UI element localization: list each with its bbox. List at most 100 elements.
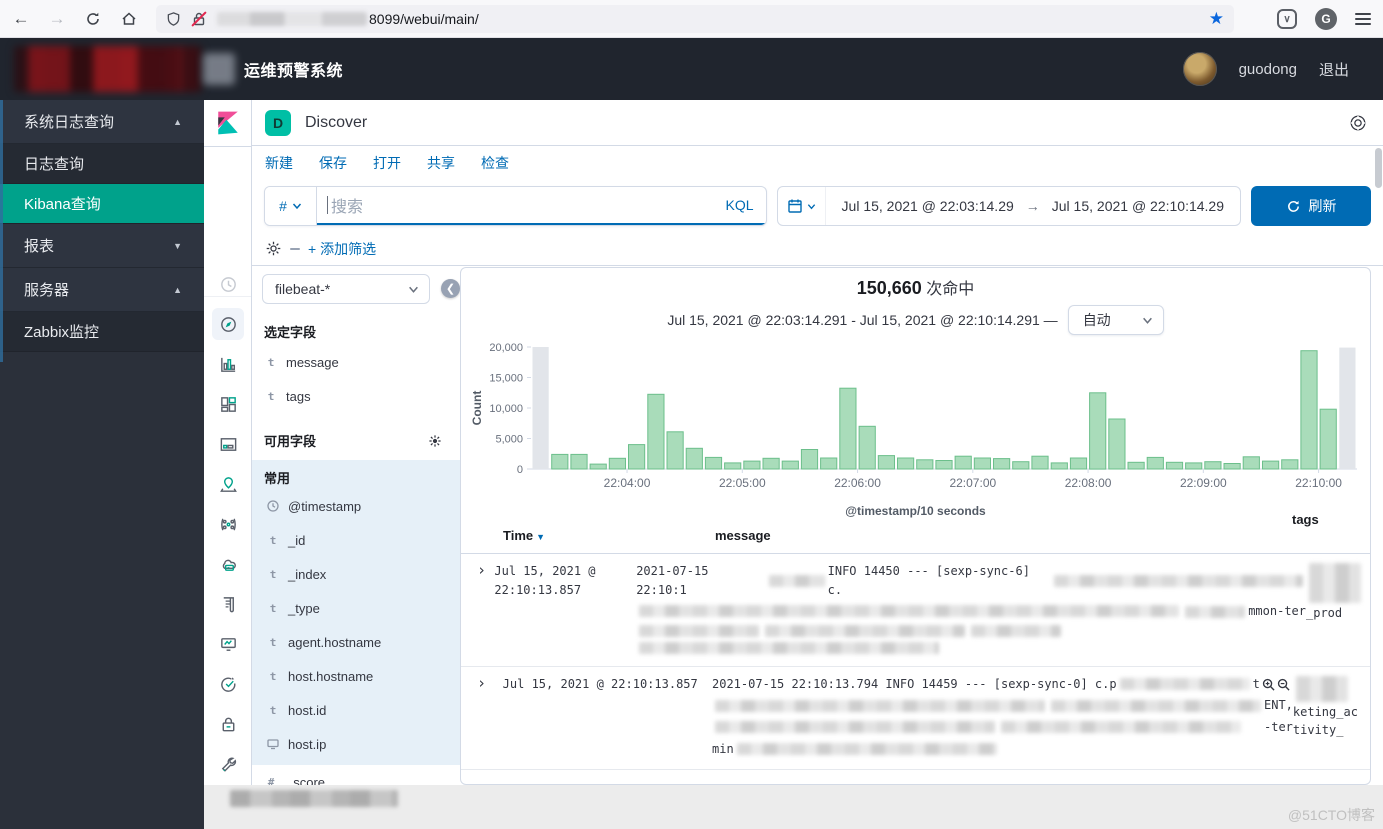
histogram-bar[interactable] — [936, 461, 952, 470]
histogram-bar[interactable] — [1128, 462, 1144, 469]
forward-arrow-icon[interactable]: → — [42, 5, 72, 33]
field-item-_type[interactable]: t_type — [264, 591, 460, 625]
url-bar[interactable]: 8099/webui/main/ ★ — [156, 5, 1234, 33]
table-row[interactable]: ›Jul 15, 2021 @ 22:10:13.8572021-07-15 2… — [461, 667, 1370, 770]
histogram-bar[interactable] — [1224, 464, 1240, 470]
sidebar-item-1[interactable]: 日志查询 — [0, 144, 204, 184]
saved-query-button[interactable]: # — [265, 187, 317, 225]
histogram-bar[interactable] — [1243, 457, 1259, 469]
add-filter-link[interactable]: + 添加筛选 — [308, 239, 376, 259]
histogram-bar[interactable] — [1263, 461, 1279, 469]
rail-siem-lock-icon[interactable] — [212, 708, 244, 740]
rail-metrics-icon[interactable] — [212, 548, 244, 580]
home-icon[interactable] — [114, 5, 144, 33]
field-item-_id[interactable]: t_id — [264, 523, 460, 557]
histogram-bar[interactable] — [1013, 462, 1029, 469]
field-item-@timestamp[interactable]: @timestamp — [264, 489, 460, 523]
field-item-agent.hostname[interactable]: tagent.hostname — [264, 625, 460, 659]
menu-link-3[interactable]: 共享 — [427, 153, 455, 173]
kql-toggle[interactable]: KQL — [714, 187, 766, 225]
column-header-message[interactable]: message — [715, 528, 1292, 543]
histogram-bar[interactable] — [705, 457, 721, 469]
rail-maps-pin-icon[interactable] — [212, 468, 244, 500]
interval-select[interactable]: 自动 — [1068, 305, 1164, 335]
menu-link-1[interactable]: 保存 — [319, 153, 347, 173]
rail-uptime-icon[interactable] — [212, 668, 244, 700]
histogram-bar[interactable] — [1166, 462, 1182, 469]
field-item-tags[interactable]: ttags — [262, 379, 460, 413]
histogram-bar[interactable] — [1032, 456, 1048, 469]
histogram-bar[interactable] — [994, 459, 1010, 469]
histogram-bar[interactable] — [571, 454, 587, 469]
sidebar-item-2[interactable]: Kibana查询 — [0, 184, 204, 224]
field-settings-gear-icon[interactable] — [428, 434, 442, 448]
histogram-bar[interactable] — [859, 426, 875, 469]
histogram-bar[interactable] — [590, 464, 606, 469]
user-avatar[interactable] — [1183, 52, 1217, 86]
menu-link-0[interactable]: 新建 — [265, 153, 293, 173]
back-arrow-icon[interactable]: ← — [6, 5, 36, 33]
rail-canvas-icon[interactable] — [212, 428, 244, 460]
page-scrollbar[interactable] — [1375, 148, 1382, 188]
histogram-partial-bar[interactable] — [533, 347, 549, 469]
histogram-bar[interactable] — [840, 388, 856, 469]
histogram-bar[interactable] — [1320, 409, 1336, 469]
reload-icon[interactable] — [78, 5, 108, 33]
field-item-_index[interactable]: t_index — [264, 557, 460, 591]
sidebar-item-0[interactable]: 系统日志查询▲ — [0, 100, 204, 144]
field-item-host.id[interactable]: thost.id — [264, 693, 460, 727]
sidebar-item-5[interactable]: Zabbix监控 — [0, 312, 204, 352]
rail-discover-compass-icon[interactable] — [212, 308, 244, 340]
field-item-message[interactable]: tmessage — [262, 345, 460, 379]
histogram-bar[interactable] — [1051, 463, 1067, 469]
account-avatar[interactable]: G — [1315, 8, 1337, 30]
histogram-bar[interactable] — [821, 458, 837, 469]
histogram-bar[interactable] — [609, 458, 625, 469]
histogram-bar[interactable] — [955, 456, 971, 469]
expand-row-icon[interactable]: › — [477, 674, 486, 692]
histogram-bar[interactable] — [1301, 351, 1317, 469]
rail-recent-clock-icon[interactable] — [212, 268, 244, 300]
index-pattern-select[interactable]: filebeat-* — [262, 274, 430, 304]
filter-out-value-icon[interactable] — [1277, 678, 1290, 691]
filter-for-value-icon[interactable] — [1262, 678, 1275, 691]
histogram-bar[interactable] — [1282, 460, 1298, 469]
histogram-bar[interactable] — [686, 448, 702, 469]
histogram-bar[interactable] — [1070, 458, 1086, 469]
field-item-host.ip[interactable]: host.ip — [264, 727, 460, 761]
field-item-host.hostname[interactable]: thost.hostname — [264, 659, 460, 693]
histogram-bar[interactable] — [917, 460, 933, 469]
expand-row-icon[interactable]: › — [477, 561, 486, 579]
column-header-time[interactable]: Time▼ — [503, 528, 715, 543]
histogram-bar[interactable] — [725, 463, 741, 469]
column-header-tags[interactable]: tags — [1292, 512, 1370, 527]
rail-dashboard-icon[interactable] — [212, 388, 244, 420]
rail-visualize-chart-icon[interactable] — [212, 348, 244, 380]
datepicker-button[interactable] — [778, 187, 826, 225]
refresh-button[interactable]: 刷新 — [1251, 186, 1371, 226]
histogram-bar[interactable] — [782, 461, 798, 469]
histogram-bar[interactable] — [974, 458, 990, 469]
histogram-bar[interactable] — [1205, 462, 1221, 469]
sidebar-item-3[interactable]: 报表▼ — [0, 224, 204, 268]
histogram-bar[interactable] — [552, 454, 568, 469]
browser-menu-icon[interactable] — [1355, 13, 1371, 25]
rail-dev-tools-wrench-icon[interactable] — [212, 748, 244, 780]
time-to[interactable]: Jul 15, 2021 @ 22:10:14.29 — [1052, 198, 1224, 214]
histogram-bar[interactable] — [1186, 463, 1202, 469]
table-row[interactable]: ›Jul 15, 2021 @ 22:10:13.8572021-07-15 2… — [461, 554, 1370, 667]
filter-gear-icon[interactable] — [265, 240, 282, 257]
menu-link-4[interactable]: 检查 — [481, 153, 509, 173]
rail-machine-learning-icon[interactable] — [212, 508, 244, 540]
histogram-bar[interactable] — [801, 450, 817, 470]
histogram-bar[interactable] — [1090, 393, 1106, 469]
histogram-bar[interactable] — [667, 432, 683, 469]
histogram-bar[interactable] — [898, 458, 914, 469]
logout-link[interactable]: 退出 — [1319, 59, 1349, 80]
histogram-partial-bar[interactable] — [1339, 348, 1355, 469]
search-input[interactable]: 搜索 — [317, 187, 714, 225]
pocket-icon[interactable]: ∨ — [1277, 9, 1297, 29]
histogram-bar[interactable] — [648, 394, 664, 469]
histogram-bar[interactable] — [878, 456, 894, 469]
rail-apm-icon[interactable] — [212, 628, 244, 660]
